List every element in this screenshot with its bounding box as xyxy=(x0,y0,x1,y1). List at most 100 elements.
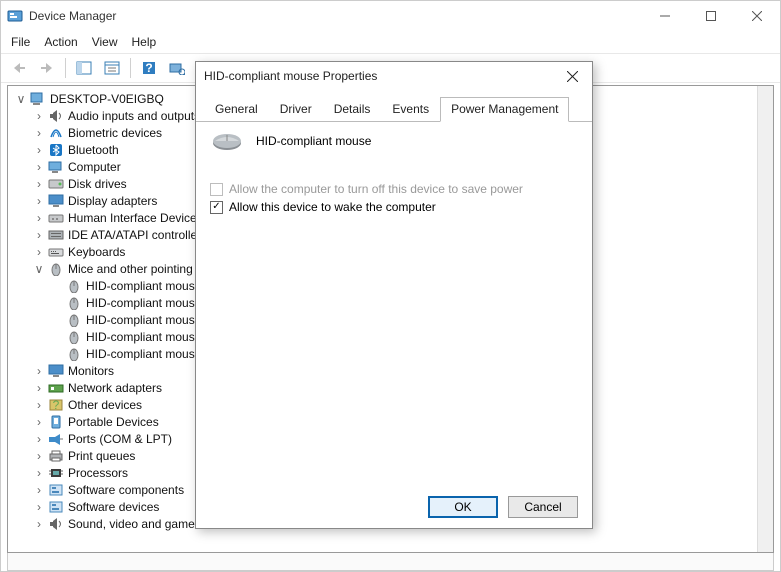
menu-action[interactable]: Action xyxy=(44,35,77,49)
category-label: Print queues xyxy=(68,449,135,463)
category-label: Monitors xyxy=(68,364,114,378)
mouse-icon xyxy=(66,312,82,328)
toolbar-help-button[interactable]: ? xyxy=(137,57,161,79)
checkbox-power-off-row: Allow the computer to turn off this devi… xyxy=(210,182,578,196)
expand-icon[interactable]: › xyxy=(32,398,46,412)
category-label: Network adapters xyxy=(68,381,162,395)
category-icon xyxy=(48,227,64,243)
category-label: Software components xyxy=(68,483,184,497)
menu-view[interactable]: View xyxy=(92,35,118,49)
expand-icon[interactable]: › xyxy=(32,143,46,157)
category-label: Biometric devices xyxy=(68,126,162,140)
mouse-icon xyxy=(66,278,82,294)
toolbar-forward-button[interactable] xyxy=(35,57,59,79)
mouse-icon xyxy=(66,346,82,362)
toolbar-properties-button[interactable] xyxy=(100,57,124,79)
category-icon xyxy=(48,261,64,277)
expand-icon[interactable]: › xyxy=(32,194,46,208)
toolbar-separator xyxy=(130,58,131,78)
svg-text:?: ? xyxy=(145,61,152,75)
minimize-button[interactable] xyxy=(642,1,688,31)
window-title: Device Manager xyxy=(29,9,642,23)
expand-icon[interactable]: › xyxy=(32,228,46,242)
category-label: IDE ATA/ATAPI controllers xyxy=(68,228,207,242)
category-icon xyxy=(48,448,64,464)
category-icon xyxy=(48,380,64,396)
checkbox-wake[interactable] xyxy=(210,201,223,214)
device-label: HID-compliant mouse xyxy=(86,279,201,293)
device-name-label: HID-compliant mouse xyxy=(256,134,371,148)
expand-icon[interactable]: › xyxy=(32,449,46,463)
menubar: File Action View Help xyxy=(1,31,780,53)
category-label: Processors xyxy=(68,466,128,480)
category-icon: ? xyxy=(48,397,64,413)
expand-icon[interactable]: ∨ xyxy=(32,262,46,276)
cancel-button[interactable]: Cancel xyxy=(508,496,578,518)
category-icon xyxy=(48,142,64,158)
computer-icon xyxy=(30,91,46,107)
properties-dialog: HID-compliant mouse Properties General D… xyxy=(195,61,593,529)
toolbar-back-button[interactable] xyxy=(7,57,31,79)
expand-icon[interactable]: › xyxy=(32,245,46,259)
category-icon xyxy=(48,414,64,430)
category-label: Software devices xyxy=(68,500,159,514)
category-label: Disk drives xyxy=(68,177,127,191)
category-icon xyxy=(48,193,64,209)
expand-icon[interactable]: › xyxy=(32,211,46,225)
dialog-close-button[interactable] xyxy=(560,64,584,88)
device-label: HID-compliant mouse xyxy=(86,313,201,327)
titlebar[interactable]: Device Manager xyxy=(1,1,780,31)
category-icon xyxy=(48,363,64,379)
close-button[interactable] xyxy=(734,1,780,31)
checkbox-power-off xyxy=(210,183,223,196)
category-label: Human Interface Devices xyxy=(68,211,203,225)
checkbox-wake-row[interactable]: Allow this device to wake the computer xyxy=(210,200,578,214)
category-label: Ports (COM & LPT) xyxy=(68,432,172,446)
expand-icon[interactable]: › xyxy=(32,483,46,497)
expand-icon[interactable]: › xyxy=(32,109,46,123)
app-icon xyxy=(7,8,23,24)
statusbar xyxy=(7,553,774,571)
toolbar-show-hide-tree-button[interactable] xyxy=(72,57,96,79)
menu-help[interactable]: Help xyxy=(132,35,157,49)
expand-icon[interactable]: › xyxy=(32,517,46,531)
category-icon xyxy=(48,210,64,226)
expand-icon[interactable]: › xyxy=(32,126,46,140)
expand-icon[interactable]: › xyxy=(32,177,46,191)
category-icon xyxy=(48,465,64,481)
menu-file[interactable]: File xyxy=(11,35,30,49)
dialog-titlebar[interactable]: HID-compliant mouse Properties xyxy=(196,62,592,90)
expand-icon[interactable]: › xyxy=(32,364,46,378)
category-icon xyxy=(48,516,64,532)
mouse-icon xyxy=(210,130,244,152)
category-icon xyxy=(48,159,64,175)
vertical-scrollbar[interactable] xyxy=(757,86,773,552)
category-label: Bluetooth xyxy=(68,143,119,157)
mouse-icon xyxy=(66,329,82,345)
tree-root-label: DESKTOP-V0EIGBQ xyxy=(50,92,164,106)
toolbar-separator xyxy=(65,58,66,78)
category-icon xyxy=(48,431,64,447)
category-icon xyxy=(48,176,64,192)
expand-icon[interactable]: › xyxy=(32,466,46,480)
category-icon xyxy=(48,499,64,515)
expand-icon[interactable]: › xyxy=(32,500,46,514)
device-label: HID-compliant mouse xyxy=(86,330,201,344)
category-label: Computer xyxy=(68,160,121,174)
collapse-icon[interactable]: ∨ xyxy=(14,92,28,106)
category-label: Display adapters xyxy=(68,194,157,208)
device-label: HID-compliant mouse xyxy=(86,296,201,310)
category-label: Portable Devices xyxy=(68,415,159,429)
expand-icon[interactable]: › xyxy=(32,415,46,429)
expand-icon[interactable]: › xyxy=(32,160,46,174)
dialog-title: HID-compliant mouse Properties xyxy=(204,69,560,83)
category-icon xyxy=(48,482,64,498)
expand-icon[interactable]: › xyxy=(32,381,46,395)
expand-icon[interactable]: › xyxy=(32,432,46,446)
svg-text:?: ? xyxy=(53,398,60,412)
maximize-button[interactable] xyxy=(688,1,734,31)
dialog-body: HID-compliant mouse Allow the computer t… xyxy=(196,116,592,488)
ok-button[interactable]: OK xyxy=(428,496,498,518)
toolbar-scan-button[interactable] xyxy=(165,57,189,79)
checkbox-power-off-label: Allow the computer to turn off this devi… xyxy=(229,182,523,196)
